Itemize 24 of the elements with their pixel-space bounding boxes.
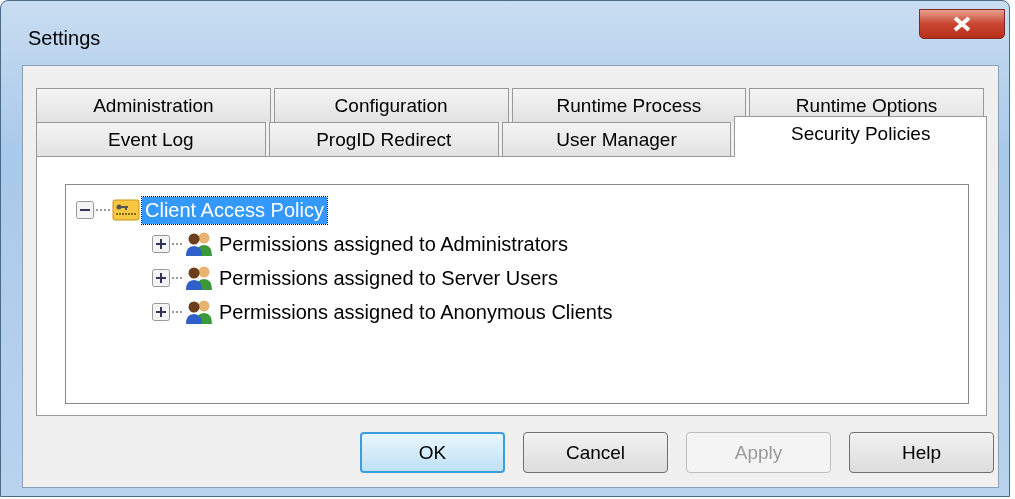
users-icon [184, 231, 214, 257]
tab[interactable]: Security Policies [734, 116, 987, 157]
tree-item[interactable]: Permissions assigned to Anonymous Clients [216, 298, 616, 326]
expander-icon[interactable] [152, 235, 170, 253]
dialog-button[interactable]: Cancel [523, 432, 668, 473]
close-icon [952, 16, 972, 32]
users-icon [184, 299, 214, 325]
close-button[interactable] [919, 9, 1005, 39]
expander-icon[interactable] [76, 201, 94, 219]
tab[interactable]: Event Log [36, 122, 266, 156]
dialog-button[interactable]: Help [849, 432, 994, 473]
expander-icon[interactable] [152, 269, 170, 287]
tab[interactable]: User Manager [501, 122, 732, 156]
expander-icon[interactable] [152, 303, 170, 321]
tab[interactable]: Runtime Process [511, 88, 747, 122]
tab[interactable]: Configuration [273, 88, 509, 122]
window-title: Settings [28, 27, 101, 50]
key-card-icon [112, 198, 140, 222]
dialog-button[interactable]: OK [360, 432, 505, 473]
tab[interactable]: Administration [36, 88, 271, 122]
users-icon [184, 265, 214, 291]
tree-item[interactable]: Permissions assigned to Administrators [216, 230, 572, 258]
tree-item[interactable]: Permissions assigned to Server Users [216, 264, 561, 292]
tab[interactable]: ProgID Redirect [268, 122, 499, 156]
